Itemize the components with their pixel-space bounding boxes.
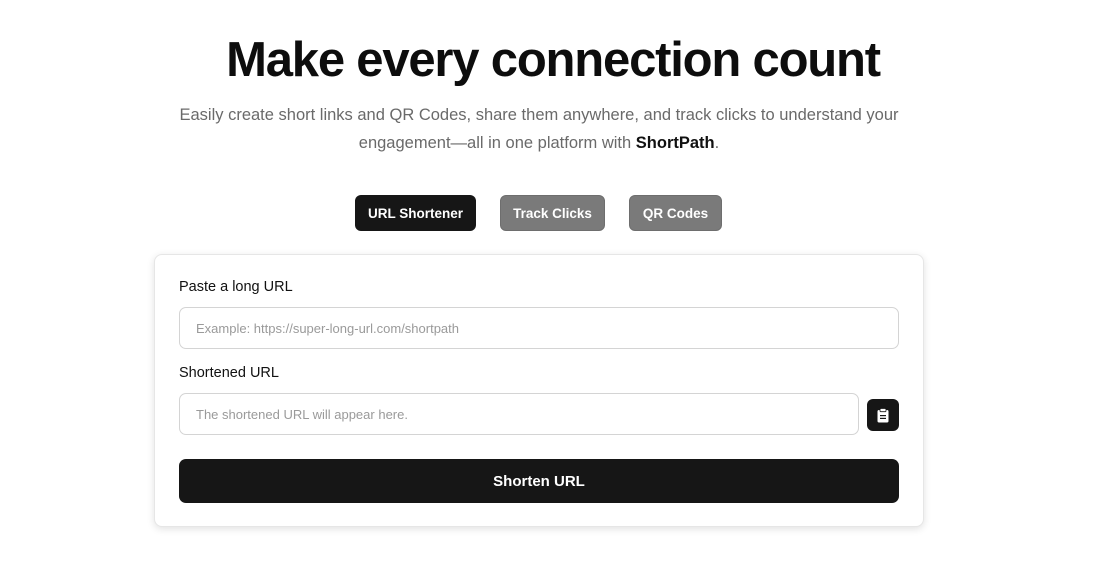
subtitle-line-2-suffix: .: [714, 134, 720, 152]
subtitle-line-2-prefix: engagement—all in one platform with: [358, 134, 636, 152]
page-subtitle: Easily create short links and QR Codes, …: [160, 101, 918, 157]
long-url-input[interactable]: [179, 307, 899, 349]
shorten-url-button[interactable]: Shorten URL: [179, 459, 899, 503]
feature-tabs: URL Shortener Track Clicks QR Codes: [0, 195, 1106, 231]
url-shortener-card: Paste a long URL Shortened URL Shorten U…: [154, 254, 924, 527]
clipboard-icon: [877, 407, 889, 422]
page-title: Make every connection count: [226, 33, 881, 87]
brand-name: ShortPath: [635, 134, 715, 152]
long-url-label: Paste a long URL: [179, 279, 293, 295]
copy-button[interactable]: [867, 399, 899, 431]
short-url-label: Shortened URL: [179, 365, 279, 381]
subtitle-line-1: Easily create short links and QR Codes, …: [179, 106, 899, 124]
page: Make every connection count Easily creat…: [0, 0, 1106, 585]
tab-qr-codes[interactable]: QR Codes: [629, 195, 722, 231]
tab-track-clicks[interactable]: Track Clicks: [500, 195, 605, 231]
tab-url-shortener[interactable]: URL Shortener: [355, 195, 476, 231]
short-url-output[interactable]: [179, 393, 859, 435]
